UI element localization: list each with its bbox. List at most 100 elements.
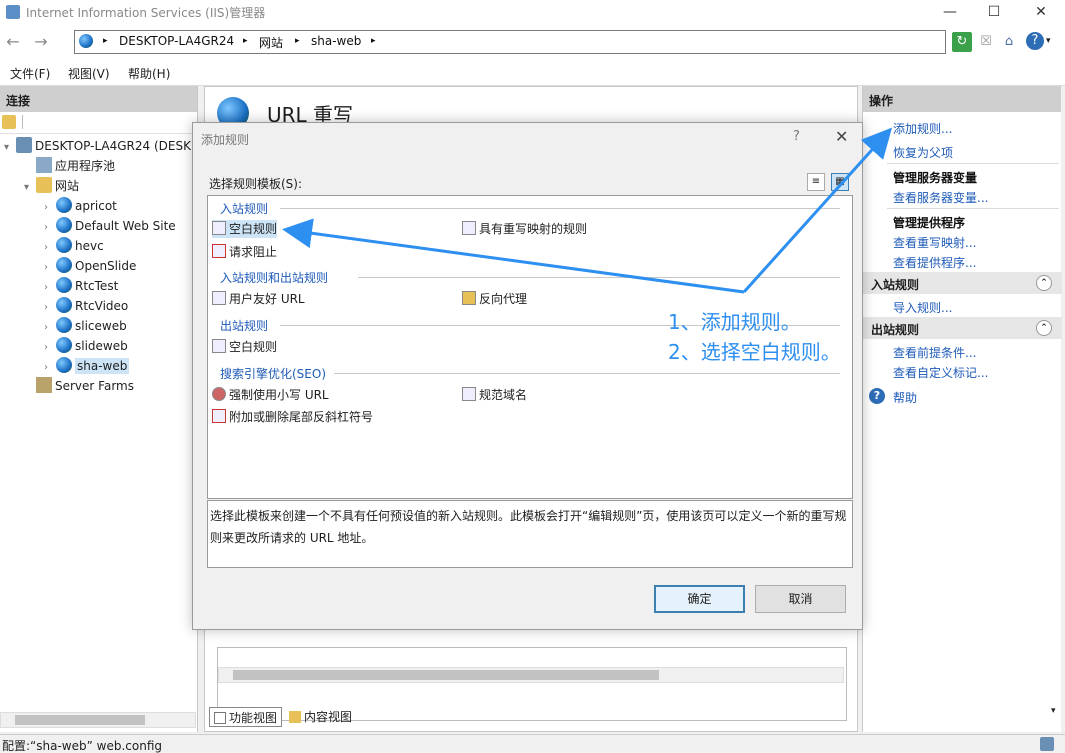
collapse-icon[interactable]: ⌃ bbox=[1036, 275, 1052, 291]
tree-item-rtcvideo[interactable]: › RtcVideo bbox=[44, 296, 128, 316]
section-label: 入站规则 bbox=[871, 278, 920, 292]
scroll-down-icon[interactable]: ▾ bbox=[1051, 706, 1061, 730]
tree-item-hevc[interactable]: › hevc bbox=[44, 236, 104, 256]
stop-icon[interactable]: ☒ bbox=[976, 32, 996, 52]
help-icon[interactable]: ? bbox=[1026, 32, 1044, 50]
status-text: 配置:“sha-web” web.config bbox=[2, 739, 162, 753]
template-label: 规范域名 bbox=[479, 388, 528, 402]
template-lowercase-url[interactable]: 强制使用小写 URL bbox=[212, 386, 329, 404]
ok-button[interactable]: 确定 bbox=[654, 585, 745, 613]
view-rewrite-maps-link[interactable]: 查看重写映射... bbox=[893, 234, 976, 251]
template-label: 空白规则 bbox=[229, 222, 278, 236]
app-pool-icon bbox=[36, 157, 52, 173]
chevron-right-icon[interactable]: › bbox=[44, 238, 56, 258]
chevron-down-icon[interactable]: ▾ bbox=[4, 138, 16, 158]
tree-item-label: sliceweb bbox=[75, 319, 127, 333]
chevron-right-icon[interactable]: › bbox=[44, 278, 56, 298]
dialog-help-button[interactable]: ? bbox=[793, 129, 800, 144]
view-custom-tags-link[interactable]: 查看自定义标记... bbox=[893, 364, 988, 381]
help-link[interactable]: 帮助 bbox=[893, 389, 917, 406]
view-preconditions-link[interactable]: 查看前提条件... bbox=[893, 344, 976, 361]
forward-arrow-icon[interactable]: → bbox=[30, 33, 52, 53]
template-reverse-proxy[interactable]: 反向代理 bbox=[462, 290, 527, 308]
tree-item-label: apricot bbox=[75, 199, 117, 213]
view-server-vars-link[interactable]: 查看服务器变量... bbox=[893, 189, 988, 206]
connect-icon[interactable] bbox=[2, 115, 16, 129]
tree-item-sites[interactable]: ▾ 网站 bbox=[24, 176, 79, 196]
tree-item-server-farms[interactable]: Server Farms bbox=[24, 376, 134, 396]
globe-icon bbox=[56, 357, 72, 373]
chevron-right-icon[interactable]: › bbox=[44, 198, 56, 218]
cancel-button[interactable]: 取消 bbox=[755, 585, 846, 613]
template-label: 空白规则 bbox=[229, 340, 278, 354]
chevron-down-icon[interactable]: ▾ bbox=[24, 178, 36, 198]
tab-features-view[interactable]: 功能视图 bbox=[209, 707, 283, 727]
tab-content-view[interactable]: 内容视图 bbox=[289, 707, 352, 727]
tab-label: 功能视图 bbox=[229, 711, 278, 725]
maximize-button[interactable]: ☐ bbox=[971, 0, 1017, 26]
tree-item-app-pools[interactable]: 应用程序池 bbox=[24, 156, 115, 176]
tree-item-slideweb[interactable]: › slideweb bbox=[44, 336, 128, 356]
tree-item-rtctest[interactable]: › RtcTest bbox=[44, 276, 118, 296]
iis-app-icon bbox=[6, 5, 20, 19]
menu-help[interactable]: 帮助(H) bbox=[128, 65, 170, 82]
tree-item-sliceweb[interactable]: › sliceweb bbox=[44, 316, 127, 336]
refresh-icon[interactable]: ↻ bbox=[952, 32, 972, 52]
template-description: 选择此模板来创建一个不具有任何预设值的新入站规则。此模板会打开“编辑规则”页，使… bbox=[207, 500, 853, 568]
window-title: Internet Information Services (IIS)管理器 bbox=[26, 6, 266, 20]
breadcrumb-site[interactable]: sha-web bbox=[311, 34, 361, 48]
chevron-right-icon[interactable]: › bbox=[44, 358, 56, 378]
template-trailing-slash[interactable]: 附加或删除尾部反斜杠符号 bbox=[212, 408, 373, 426]
tiles-view-icon[interactable]: ▦ bbox=[831, 173, 849, 191]
chevron-right-icon[interactable]: › bbox=[44, 338, 56, 358]
group-seo: 搜索引擎优化(SEO) bbox=[220, 367, 327, 381]
collapse-icon[interactable]: ⌃ bbox=[1036, 320, 1052, 336]
address-bar[interactable]: ▸ DESKTOP-LA4GR24 ▸ 网站 ▸ sha-web ▸ bbox=[74, 30, 946, 54]
home-icon[interactable]: ⌂ bbox=[999, 32, 1019, 52]
revert-parent-link[interactable]: 恢复为父项 bbox=[893, 144, 953, 161]
lowercase-icon bbox=[212, 387, 226, 401]
template-request-blocking[interactable]: 请求阻止 bbox=[212, 243, 277, 261]
template-rewrite-map-rule[interactable]: 具有重写映射的规则 bbox=[462, 220, 587, 238]
menu-view[interactable]: 视图(V) bbox=[68, 65, 110, 82]
actions-header: 操作 bbox=[863, 86, 1061, 112]
chevron-right-icon[interactable]: › bbox=[44, 218, 56, 238]
tree-item-sha-web[interactable]: › sha-web bbox=[44, 356, 130, 378]
template-label: 具有重写映射的规则 bbox=[479, 222, 588, 236]
scrollbar-thumb[interactable] bbox=[233, 670, 659, 680]
inbound-rule-icon bbox=[212, 221, 226, 235]
chevron-right-icon[interactable]: › bbox=[44, 318, 56, 338]
import-rules-link[interactable]: 导入规则... bbox=[893, 299, 952, 316]
tree-item-label: RtcVideo bbox=[75, 299, 129, 313]
dialog-close-button[interactable]: ✕ bbox=[835, 127, 848, 146]
close-window-button[interactable]: ✕ bbox=[1018, 0, 1064, 26]
breadcrumb-server[interactable]: DESKTOP-LA4GR24 bbox=[119, 34, 234, 48]
template-outbound-blank-rule[interactable]: 空白规则 bbox=[212, 338, 277, 356]
add-rule-link[interactable]: 添加规则... bbox=[893, 120, 952, 137]
breadcrumb-sites[interactable]: 网站 bbox=[259, 34, 283, 51]
menu-file[interactable]: 文件(F) bbox=[10, 65, 50, 82]
tree-item-apricot[interactable]: › apricot bbox=[44, 196, 117, 216]
server-vars-heading: 管理服务器变量 bbox=[893, 171, 978, 185]
template-blank-rule[interactable]: 空白规则 bbox=[212, 220, 278, 238]
back-arrow-icon[interactable]: ← bbox=[2, 33, 24, 53]
tree-item-default-web-site[interactable]: › Default Web Site bbox=[44, 216, 176, 236]
inbound-section-header[interactable]: 入站规则 ⌃ bbox=[863, 272, 1062, 294]
tree-item-server[interactable]: ▾ DESKTOP-LA4GR24 (DESK bbox=[4, 136, 191, 156]
horizontal-scrollbar[interactable] bbox=[0, 712, 196, 728]
folder-icon bbox=[36, 177, 52, 193]
scrollbar-thumb[interactable] bbox=[15, 715, 145, 725]
template-user-friendly-url[interactable]: 用户友好 URL bbox=[212, 290, 305, 308]
template-canonical-domain[interactable]: 规范域名 bbox=[462, 386, 527, 404]
outbound-section-header[interactable]: 出站规则 ⌃ bbox=[863, 317, 1062, 339]
minimize-button[interactable]: — bbox=[927, 0, 973, 26]
horizontal-scrollbar[interactable] bbox=[218, 667, 844, 683]
details-view-icon[interactable]: ≡ bbox=[807, 173, 825, 191]
chevron-down-icon[interactable]: ▾ bbox=[1046, 36, 1051, 46]
chevron-right-icon[interactable]: › bbox=[44, 258, 56, 278]
chevron-right-icon[interactable]: › bbox=[44, 298, 56, 318]
view-providers-link[interactable]: 查看提供程序... bbox=[893, 254, 976, 271]
tree-item-openslide[interactable]: › OpenSlide bbox=[44, 256, 136, 276]
title-bar: Internet Information Services (IIS)管理器 —… bbox=[0, 0, 1065, 26]
tree-item-label: OpenSlide bbox=[75, 259, 137, 273]
